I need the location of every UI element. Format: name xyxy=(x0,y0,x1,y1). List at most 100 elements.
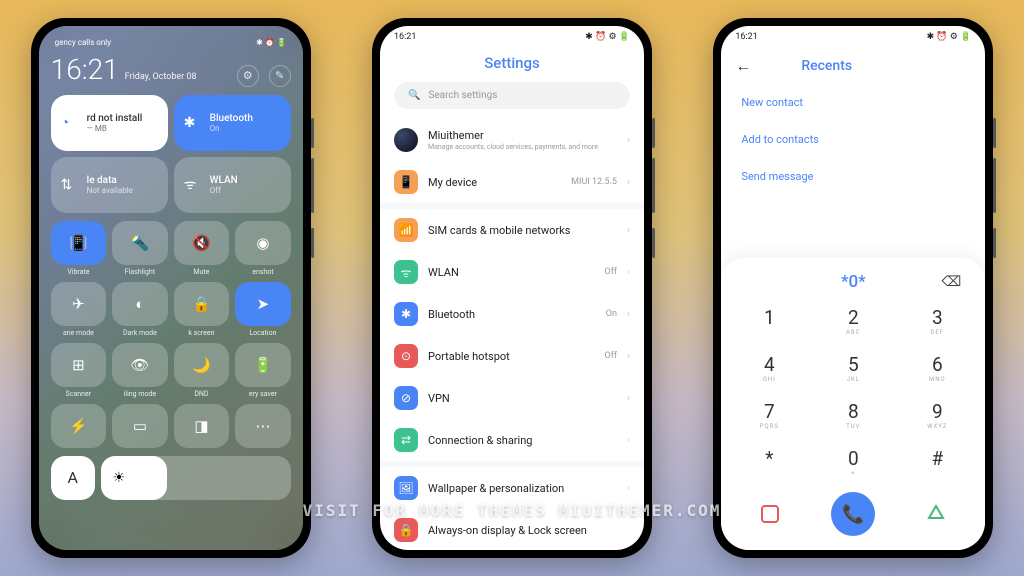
lock-icon: 🔒 xyxy=(394,518,418,542)
chevron-right-icon: › xyxy=(627,267,630,278)
phone-control-center: gency calls only ✱ ⏰ 🔋 16:21 Friday, Oct… xyxy=(31,18,311,558)
key-*[interactable]: * xyxy=(737,441,801,484)
stop-button[interactable] xyxy=(761,505,779,523)
phone-settings: 16:21 ✱ ⏰ ⚙ 🔋 Settings 🔍 Search settings… xyxy=(372,18,652,558)
status-icons: ✱ ⏰ 🔋 xyxy=(256,38,287,47)
chevron-right-icon: › xyxy=(627,351,630,362)
settings-row[interactable]: ⇄Connection & sharing› xyxy=(380,419,644,461)
page-title: Settings xyxy=(380,48,644,82)
back-button[interactable]: ← xyxy=(735,56,751,76)
chevron-right-icon: › xyxy=(627,309,630,320)
status-time: 16:21 xyxy=(394,32,416,42)
key-5[interactable]: 5JKL xyxy=(821,347,885,390)
backspace-button[interactable]: ⌫ xyxy=(942,274,962,290)
key-7[interactable]: 7PQRS xyxy=(737,394,801,437)
auto-brightness-button[interactable]: A xyxy=(51,456,95,500)
settings-item-icon: ⊘ xyxy=(394,386,418,410)
search-placeholder: Search settings xyxy=(428,90,497,101)
quick-tile-label: ery saver xyxy=(249,390,277,398)
quick-tile-label: Dark mode xyxy=(123,329,157,337)
quick-tile-extra[interactable]: ⋯ xyxy=(235,404,291,448)
quick-tile-label: ane mode xyxy=(63,329,94,337)
chevron-right-icon: › xyxy=(627,393,630,404)
key-9[interactable]: 9WXYZ xyxy=(905,394,969,437)
quick-tile-label: Flashlight xyxy=(125,268,155,276)
quick-tile-Location[interactable]: ➤ xyxy=(235,282,291,326)
quick-tile-label: Scanner xyxy=(66,390,91,398)
chevron-right-icon: › xyxy=(627,435,630,446)
settings-item-icon: 📶 xyxy=(394,218,418,242)
phone-dialer: 16:21 ✱ ⏰ ⚙ 🔋 ← Recents New contactAdd t… xyxy=(713,18,993,558)
tile-bluetooth[interactable]: ✱ BluetoothOn xyxy=(174,95,291,151)
quick-tile-ery saver[interactable]: 🔋 xyxy=(235,343,291,387)
settings-item-icon: ⇄ xyxy=(394,428,418,452)
quick-tile-enshot[interactable]: ◉ xyxy=(235,221,291,265)
key-6[interactable]: 6MNO xyxy=(905,347,969,390)
dialer-link[interactable]: Add to contacts xyxy=(721,121,985,158)
my-device-row[interactable]: 📱 My device MIUI 12.5.5 › xyxy=(380,161,644,203)
quick-tile-k screen[interactable]: 🔒 xyxy=(174,282,230,326)
quick-tile-label: iling mode xyxy=(124,390,156,398)
quick-tile-label: Vibrate xyxy=(67,268,89,276)
status-icons: ✱ ⏰ ⚙ 🔋 xyxy=(585,32,630,42)
key-#[interactable]: # xyxy=(905,441,969,484)
dialer-link[interactable]: Send message xyxy=(721,158,985,195)
wallpaper-icon: 🖼 xyxy=(394,476,418,500)
quick-tile-DND[interactable]: 🌙 xyxy=(174,343,230,387)
status-bar: 16:21 ✱ ⏰ ⚙ 🔋 xyxy=(721,26,985,48)
bluetooth-icon: ✱ xyxy=(184,115,196,131)
chevron-right-icon: › xyxy=(627,225,630,236)
clock-date: Friday, October 08 xyxy=(125,72,197,82)
status-icons: ✱ ⏰ ⚙ 🔋 xyxy=(927,32,972,42)
account-row[interactable]: Miuithemer Manage accounts, cloud servic… xyxy=(380,119,644,161)
quick-tile-extra[interactable]: ▭ xyxy=(112,404,168,448)
key-4[interactable]: 4GHI xyxy=(737,347,801,390)
key-3[interactable]: 3DEF xyxy=(905,300,969,343)
signal-icon: ⇅ xyxy=(61,177,73,193)
quick-tile-extra[interactable]: ⚡ xyxy=(51,404,107,448)
quick-tile-Vibrate[interactable]: 📳 xyxy=(51,221,107,265)
quick-tile-label: enshot xyxy=(252,268,273,276)
quick-tile-iling mode[interactable]: 👁 xyxy=(112,343,168,387)
brightness-slider[interactable]: ☀ xyxy=(101,456,291,500)
quick-tile-extra[interactable]: ◨ xyxy=(174,404,230,448)
quick-tile-ane mode[interactable]: ✈ xyxy=(51,282,107,326)
dialpad: *0* ⌫ 1 2ABC 3DEF 4GHI 5JKL 6MNO 7PQRS 8TUV 9WXY… xyxy=(721,258,985,550)
expand-button[interactable] xyxy=(927,504,945,524)
aod-row[interactable]: 🔒 Always-on display & Lock screen xyxy=(380,509,644,550)
wallpaper-row[interactable]: 🖼 Wallpaper & personalization › xyxy=(380,467,644,509)
quick-tile-Scanner[interactable]: ⊞ xyxy=(51,343,107,387)
avatar xyxy=(394,128,418,152)
key-1[interactable]: 1 xyxy=(737,300,801,343)
call-button[interactable]: 📞 xyxy=(831,492,875,536)
settings-row[interactable]: 📶SIM cards & mobile networks› xyxy=(380,209,644,251)
settings-row[interactable]: ⊘VPN› xyxy=(380,377,644,419)
quick-tile-label: Mute xyxy=(193,268,209,276)
quick-tile-Mute[interactable]: 🔇 xyxy=(174,221,230,265)
tile-wlan[interactable]: ᯤ WLANOff xyxy=(174,157,291,213)
key-2[interactable]: 2ABC xyxy=(821,300,885,343)
settings-item-icon: ᯤ xyxy=(394,260,418,284)
tile-storage[interactable]: ◔ rd not install— MB xyxy=(51,95,168,151)
settings-item-icon: ⊙ xyxy=(394,344,418,368)
dialer-link[interactable]: New contact xyxy=(721,84,985,121)
settings-row[interactable]: ⊙Portable hotspotOff› xyxy=(380,335,644,377)
wifi-icon: ᯤ xyxy=(184,175,197,194)
key-0[interactable]: 0+ xyxy=(821,441,885,484)
dialed-number: *0* xyxy=(841,272,866,292)
status-time: 16:21 xyxy=(735,32,757,42)
water-drop-icon: ◔ xyxy=(61,114,69,131)
settings-row[interactable]: ᯤWLANOff› xyxy=(380,251,644,293)
settings-row[interactable]: ✱BluetoothOn› xyxy=(380,293,644,335)
tile-mobile-data[interactable]: ⇅ le dataNot available xyxy=(51,157,168,213)
carrier-text: gency calls only xyxy=(55,38,111,47)
settings-icon[interactable]: ⚙ xyxy=(237,65,259,87)
quick-tile-Flashlight[interactable]: 🔦 xyxy=(112,221,168,265)
search-input[interactable]: 🔍 Search settings xyxy=(394,82,630,109)
edit-icon[interactable]: ✎ xyxy=(269,65,291,87)
key-8[interactable]: 8TUV xyxy=(821,394,885,437)
quick-tile-Dark mode[interactable]: ◐ xyxy=(112,282,168,326)
chevron-right-icon: › xyxy=(627,177,630,188)
quick-tile-label: k screen xyxy=(188,329,214,337)
quick-tile-label: DND xyxy=(194,390,208,398)
